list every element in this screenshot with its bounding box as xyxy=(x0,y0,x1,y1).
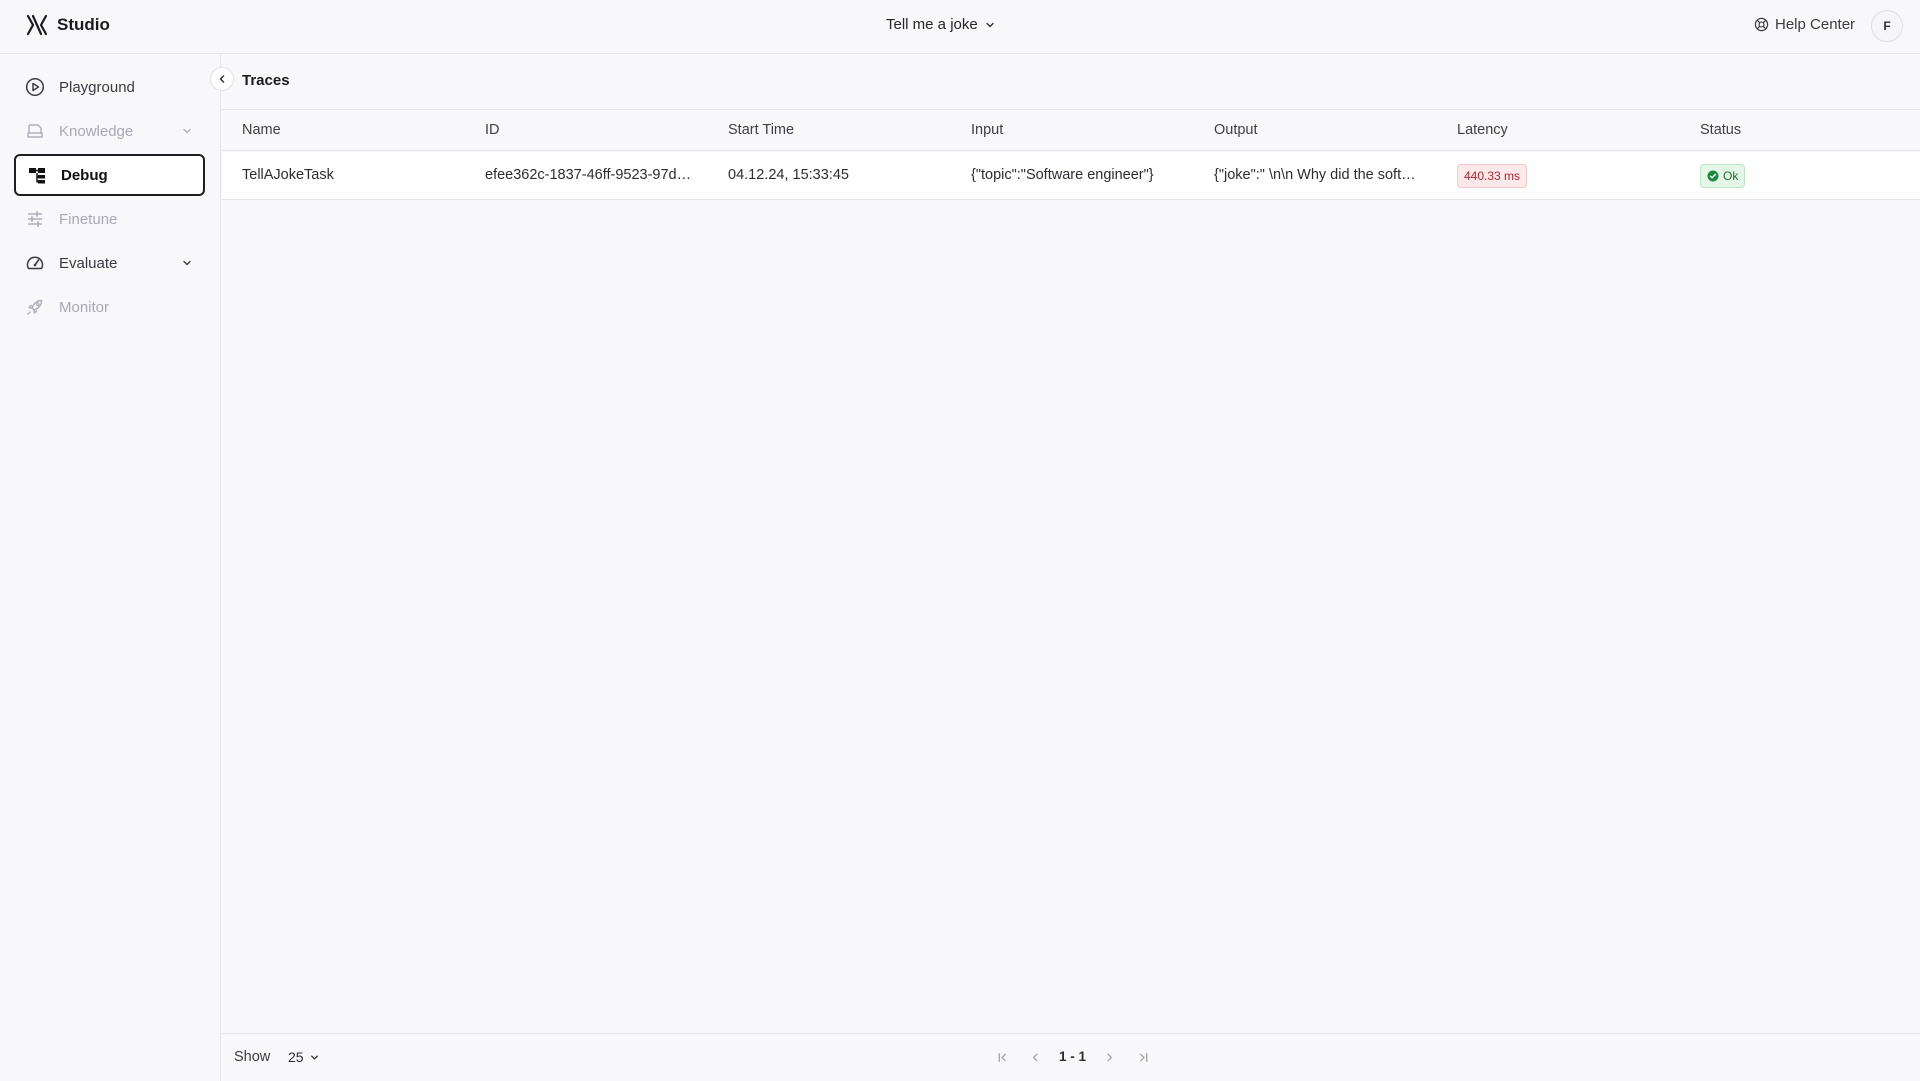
chevron-right-icon xyxy=(1107,1053,1112,1061)
gauge-icon xyxy=(24,252,46,274)
main-content: Traces Name ID Start Time Input Output L… xyxy=(222,54,1920,1081)
sidebar-item-label: Monitor xyxy=(59,298,110,316)
help-center-link[interactable]: Help Center xyxy=(1754,16,1855,33)
show-label: Show xyxy=(234,1049,271,1065)
column-header-start-time[interactable]: Start Time xyxy=(728,122,794,138)
column-header-output[interactable]: Output xyxy=(1214,122,1258,138)
chevron-down-icon xyxy=(181,257,193,269)
table-row[interactable]: TellAJokeTask efee362c-1837-46ff-9523-97… xyxy=(222,152,1920,200)
debug-tree-icon xyxy=(26,164,48,186)
sidebar-item-label: Finetune xyxy=(59,210,118,228)
sidebar-item-label: Knowledge xyxy=(59,122,134,140)
table-header-row: Name ID Start Time Input Output Latency … xyxy=(222,110,1920,151)
page-size-value: 25 xyxy=(288,1049,304,1065)
sidebar-item-knowledge[interactable]: Knowledge xyxy=(14,110,205,152)
check-circle-icon xyxy=(1707,170,1719,182)
next-page-button[interactable] xyxy=(1099,1047,1119,1067)
column-header-name[interactable]: Name xyxy=(242,122,281,138)
sidebar-item-evaluate[interactable]: Evaluate xyxy=(14,242,205,284)
chevrons-first-icon xyxy=(998,1052,1006,1062)
sidebar-item-label: Playground xyxy=(59,78,135,96)
logo-text: Studio xyxy=(57,15,110,34)
cell-name: TellAJokeTask xyxy=(242,167,334,183)
top-header: Studio Tell me a joke Help Center F xyxy=(0,0,1920,54)
chevrons-last-icon xyxy=(1139,1052,1147,1062)
chevron-down-icon xyxy=(986,22,994,27)
avatar-initial: F xyxy=(1883,19,1891,33)
sidebar: Playground Knowledge Debug Finetune Eval… xyxy=(0,54,221,1081)
sidebar-item-label: Debug xyxy=(61,166,108,184)
column-header-id[interactable]: ID xyxy=(485,122,500,138)
play-circle-icon xyxy=(24,76,46,98)
sidebar-item-debug[interactable]: Debug xyxy=(14,154,205,196)
status-badge: Ok xyxy=(1700,164,1746,188)
column-header-status[interactable]: Status xyxy=(1700,122,1741,138)
sliders-icon xyxy=(24,208,46,230)
project-name: Tell me a joke xyxy=(886,16,978,33)
help-lifebuoy-icon xyxy=(1754,17,1769,32)
chevron-down-icon xyxy=(310,1054,318,1060)
page-range: 1 - 1 xyxy=(1059,1049,1087,1064)
column-header-input[interactable]: Input xyxy=(971,122,1003,138)
project-selector[interactable]: Tell me a joke xyxy=(886,16,996,33)
logo[interactable]: Studio xyxy=(25,13,110,37)
cell-id: efee362c-1837-46ff-9523-97d… xyxy=(485,167,692,183)
page-size-select[interactable]: 25 xyxy=(288,1049,320,1065)
column-header-latency[interactable]: Latency xyxy=(1457,122,1508,138)
pagination-footer: Show 25 1 - 1 xyxy=(222,1033,1920,1081)
sidebar-item-playground[interactable]: Playground xyxy=(14,66,205,108)
last-page-button[interactable] xyxy=(1133,1047,1153,1067)
sidebar-item-monitor[interactable]: Monitor xyxy=(14,286,205,328)
cell-output: {"joke":" \n\n Why did the soft… xyxy=(1214,167,1416,183)
studio-logo-icon xyxy=(26,14,48,36)
sidebar-item-label: Evaluate xyxy=(59,254,118,272)
latency-badge: 440.33 ms xyxy=(1457,164,1528,188)
latency-value: 440.33 ms xyxy=(1464,169,1521,183)
previous-page-button[interactable] xyxy=(1025,1047,1045,1067)
chevron-left-icon xyxy=(1032,1053,1037,1061)
cell-start-time: 04.12.24, 15:33:45 xyxy=(728,167,849,183)
chevron-left-icon xyxy=(219,75,225,83)
collapse-sidebar-button[interactable] xyxy=(210,67,234,91)
knowledge-icon xyxy=(24,120,46,142)
sidebar-item-finetune[interactable]: Finetune xyxy=(14,198,205,240)
app-root: Studio Tell me a joke Help Center F Play… xyxy=(0,0,1920,1081)
first-page-button[interactable] xyxy=(992,1047,1012,1067)
status-value: Ok xyxy=(1723,169,1739,183)
cell-input: {"topic":"Software engineer"} xyxy=(971,167,1154,183)
rocket-icon xyxy=(24,296,46,318)
chevron-down-icon xyxy=(181,125,193,137)
help-center-label: Help Center xyxy=(1775,16,1856,33)
page-title: Traces xyxy=(242,72,290,89)
user-avatar[interactable]: F xyxy=(1871,10,1903,42)
traces-table: Name ID Start Time Input Output Latency … xyxy=(222,109,1920,205)
